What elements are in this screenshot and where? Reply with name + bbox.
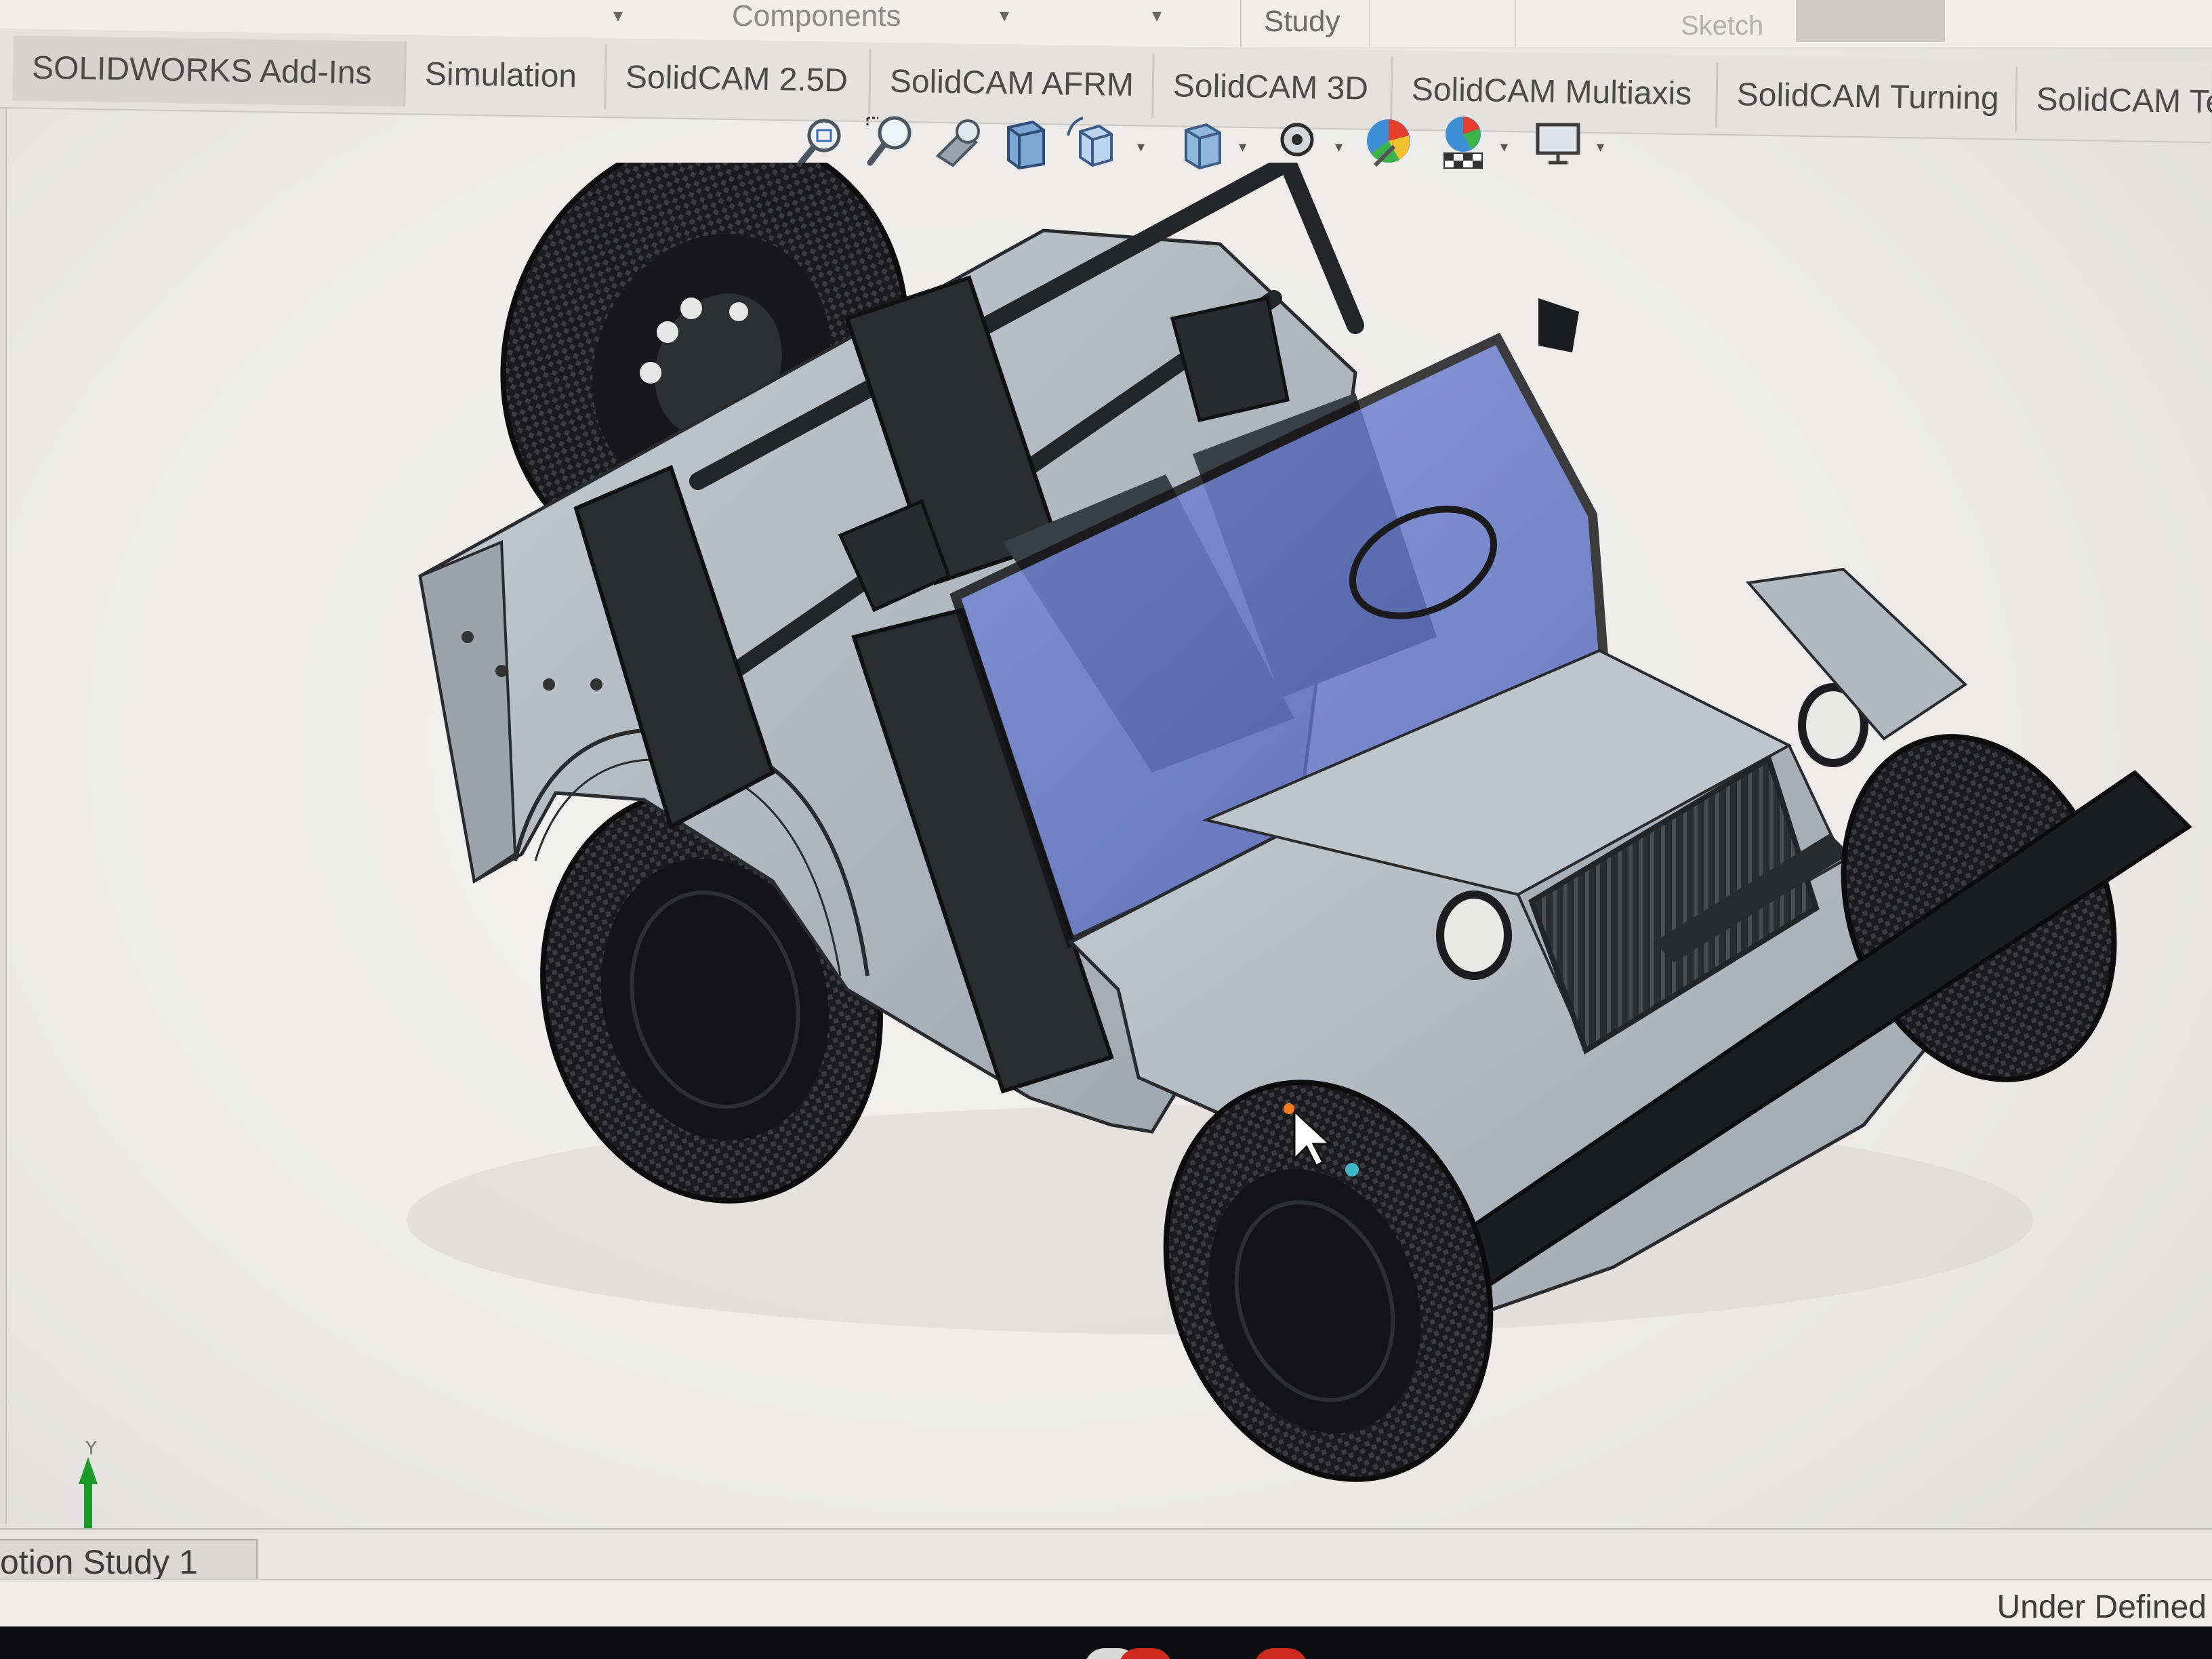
sketch-button[interactable]: Sketch <box>1681 5 1763 46</box>
tab-solidcam-te[interactable]: SolidCAM Te <box>2017 67 2212 136</box>
chevron-down-icon[interactable]: ▾ <box>613 4 623 26</box>
solidworks-window: Components ▾ ▾ ▾ Study Sketch SOLIDWORKS… <box>0 0 2212 1659</box>
status-bar: Under Defined <box>0 1579 2212 1629</box>
divider <box>1515 0 1516 47</box>
chevron-down-icon[interactable]: ▾ <box>1137 138 1145 156</box>
jeep-model[interactable] <box>0 163 2212 1525</box>
divider <box>1369 0 1370 47</box>
tab-solidworks-add-ins[interactable]: SOLIDWORKS Add-Ins <box>12 35 407 107</box>
chevron-down-icon[interactable]: ▾ <box>1597 138 1604 156</box>
ribbon-button[interactable] <box>1796 0 1945 42</box>
components-button[interactable]: Components <box>732 0 901 37</box>
tab-motion-study[interactable]: otion Study 1 <box>0 1539 258 1584</box>
triad-y-label: Y <box>85 1437 98 1459</box>
chevron-down-icon[interactable]: ▾ <box>1000 4 1009 26</box>
chevron-down-icon[interactable]: ▾ <box>1239 138 1246 156</box>
chevron-down-icon[interactable]: ▾ <box>1335 138 1343 156</box>
tab-simulation[interactable]: Simulation <box>405 41 607 110</box>
tab-solidcam-25d[interactable]: SolidCAM 2.5D <box>606 45 872 115</box>
status-text: Under Defined <box>1996 1589 2207 1625</box>
chevron-down-icon[interactable]: ▾ <box>1152 4 1162 26</box>
study-button[interactable]: Study <box>1264 1 1340 42</box>
tab-solidcam-turning[interactable]: SolidCAM Turning <box>1717 62 2018 132</box>
divider <box>1240 0 1242 47</box>
chevron-down-icon[interactable]: ▾ <box>1500 138 1508 156</box>
graphics-area[interactable]: Y X Z <box>0 163 2212 1626</box>
